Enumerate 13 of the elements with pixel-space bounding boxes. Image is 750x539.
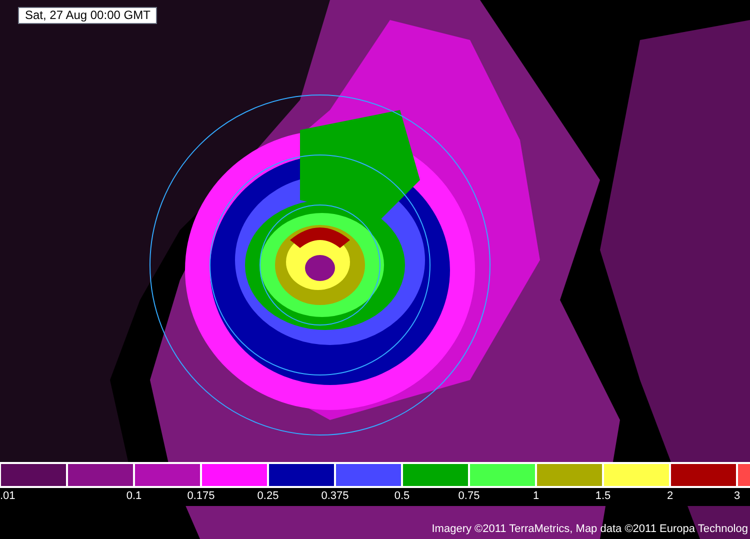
legend-label: 3 [734,490,740,503]
legend-label: 0.75 [458,490,480,503]
legend-label: 0.375 [321,490,349,503]
map-attribution: Imagery ©2011 TerraMetrics, Map data ©2011 Europa Technolog [432,523,748,536]
legend-label: 0.25 [257,490,279,503]
legend-label: .01 [0,490,16,503]
legend-label: 0.1 [126,490,142,503]
legend-label: 1.5 [595,490,611,503]
timestamp-label: Sat, 27 Aug 00:00 GMT [18,7,158,24]
legend-label: 1 [532,490,540,503]
legend-label: 2 [666,490,674,503]
legend-label: 0.5 [394,490,410,503]
legend-label: 0.175 [187,490,215,503]
